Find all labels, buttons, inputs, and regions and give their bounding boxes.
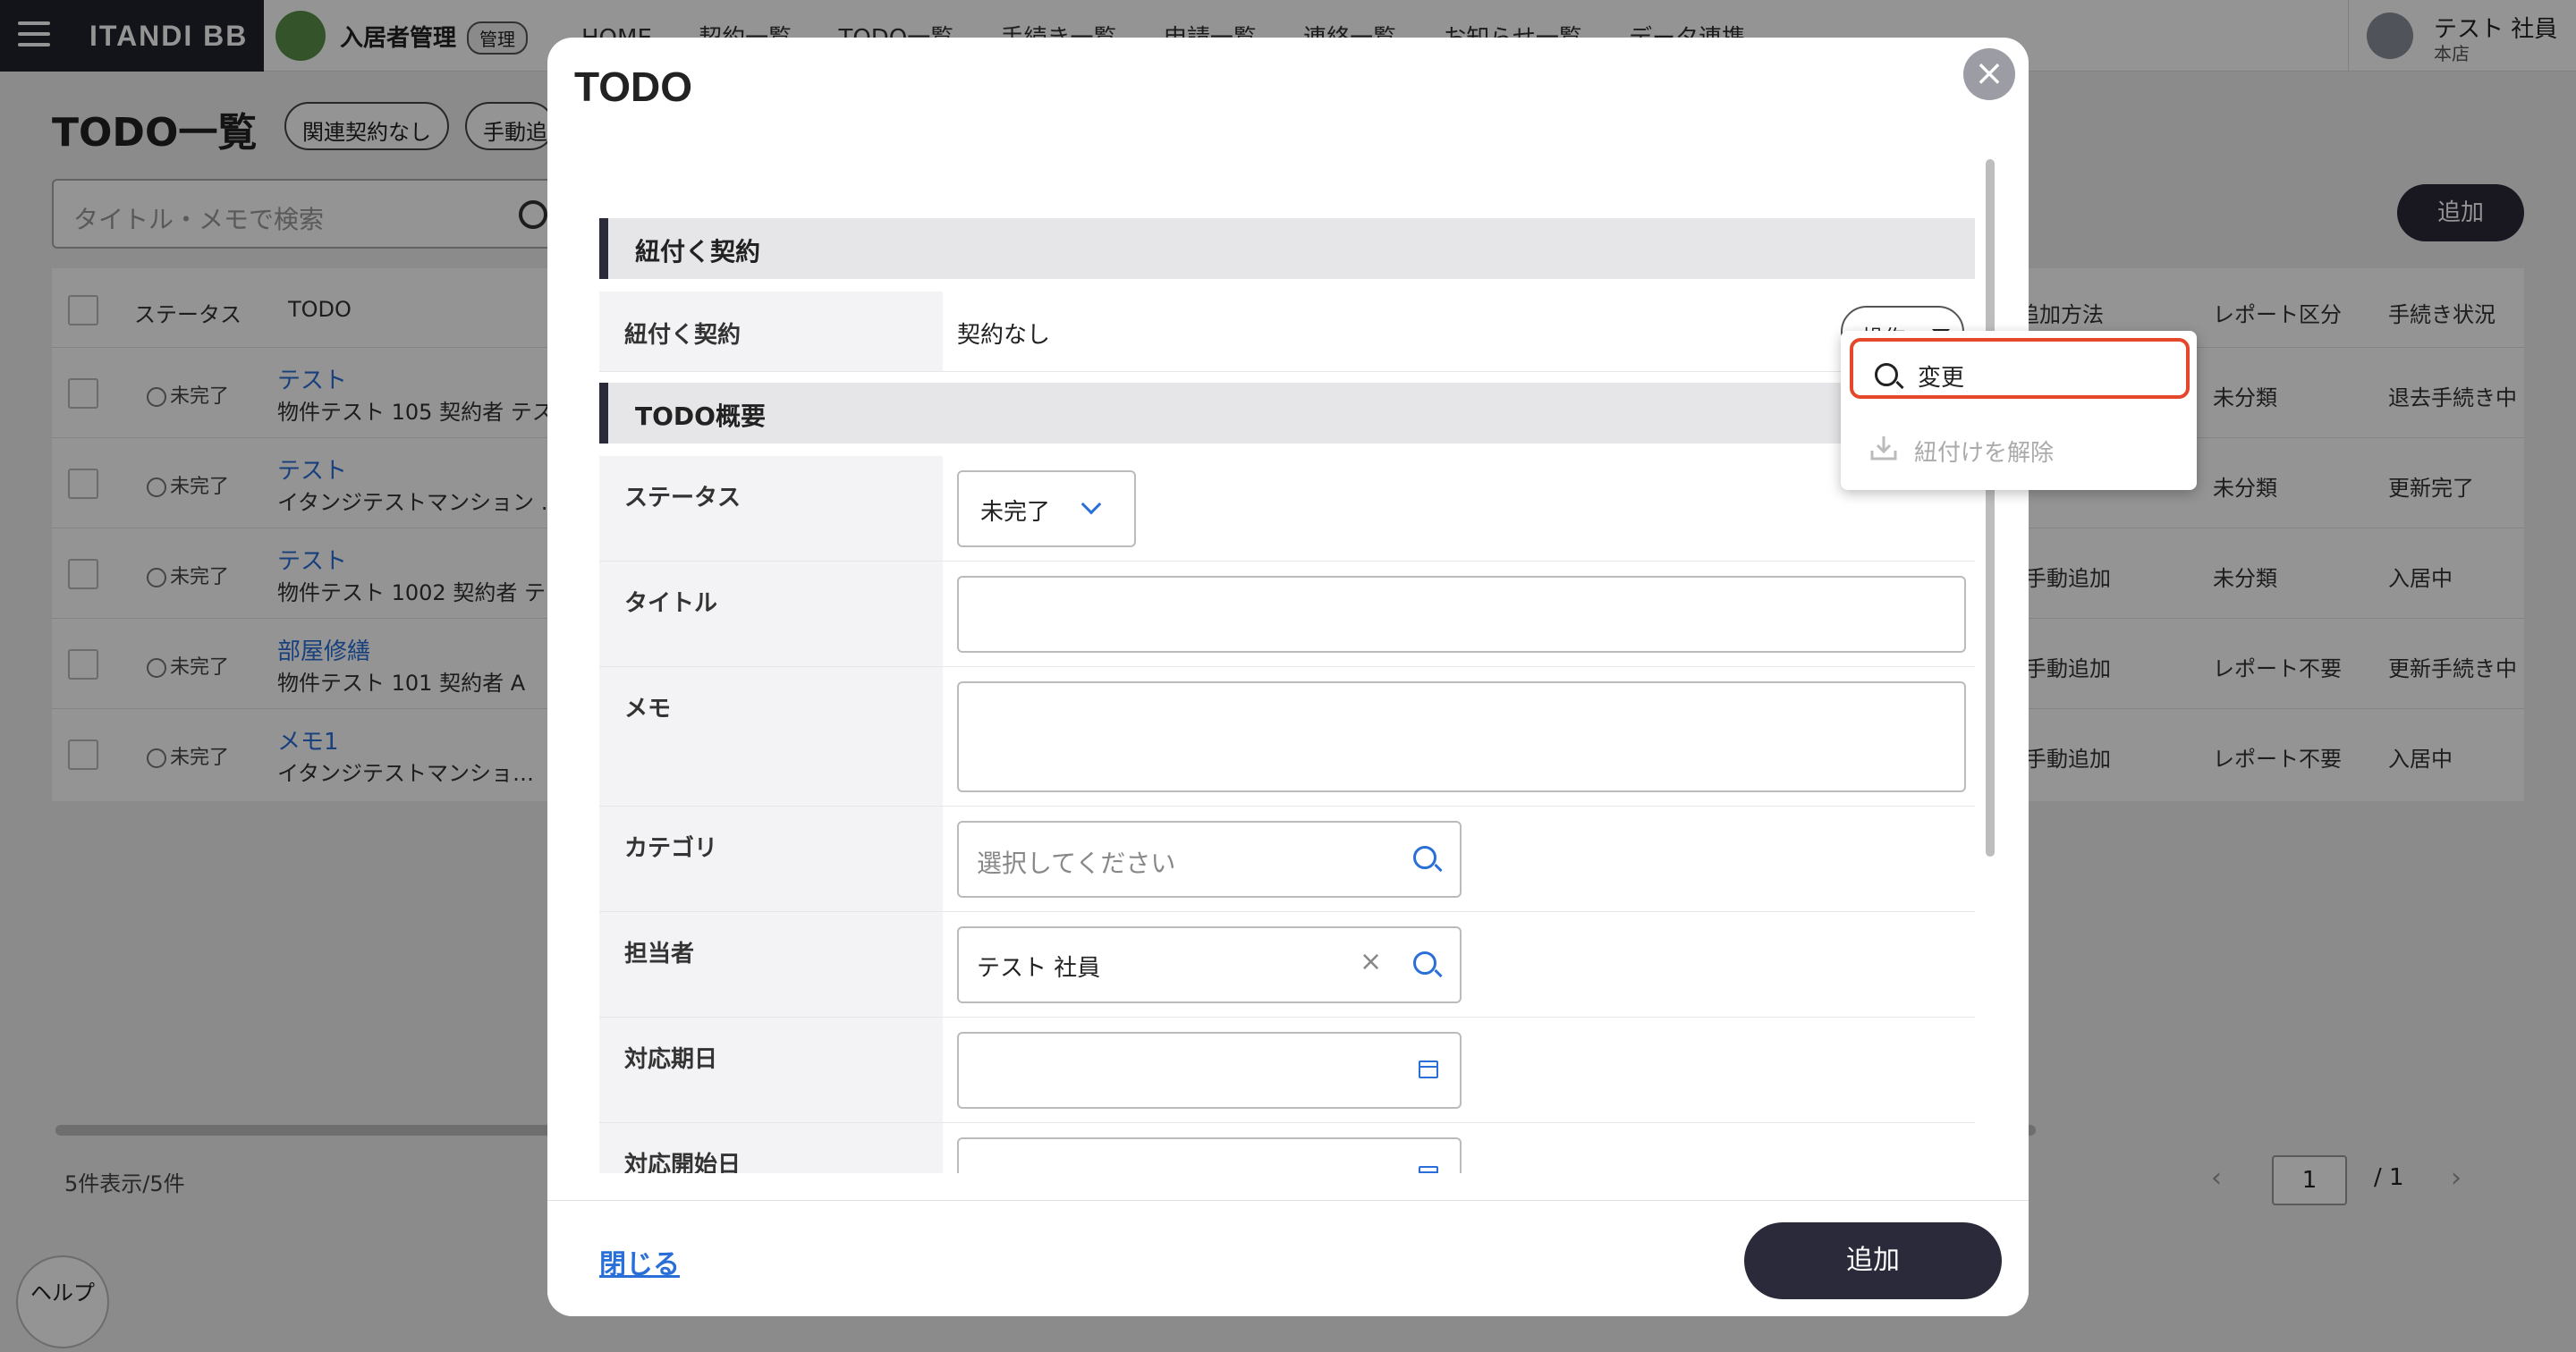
category-label: カテゴリ bbox=[599, 807, 943, 911]
category-placeholder: 選択してください bbox=[977, 849, 1176, 878]
menu-item-change[interactable]: 変更 bbox=[1850, 338, 2190, 399]
memo-label: メモ bbox=[599, 667, 943, 806]
assignee-label: 担当者 bbox=[599, 912, 943, 1017]
menu-item-unlink[interactable]: 紐付けを解除 bbox=[1850, 417, 2190, 477]
title-row: タイトル bbox=[599, 562, 1975, 667]
memo-textarea[interactable] bbox=[957, 681, 1966, 792]
clear-icon[interactable]: × bbox=[1360, 946, 1382, 977]
search-icon[interactable] bbox=[1413, 951, 1436, 975]
chevron-down-icon bbox=[1080, 494, 1102, 515]
contract-value: 契約なし bbox=[957, 322, 1051, 349]
category-row: カテゴリ 選択してください bbox=[599, 807, 1975, 912]
search-icon[interactable] bbox=[1413, 846, 1436, 869]
title-label: タイトル bbox=[599, 562, 943, 666]
contract-label: 紐付く契約 bbox=[599, 292, 943, 371]
due-date-input[interactable] bbox=[957, 1032, 1462, 1109]
close-link[interactable]: 閉じる bbox=[599, 1242, 680, 1281]
menu-item-unlink-label: 紐付けを解除 bbox=[1914, 440, 2055, 467]
due-date-label: 対応期日 bbox=[599, 1018, 943, 1122]
section-header-overview: TODO概要 bbox=[599, 383, 1975, 444]
status-row: ステータス 未完了 bbox=[599, 456, 1975, 562]
modal-footer: 閉じる 追加 bbox=[547, 1200, 2029, 1316]
modal-title: TODO bbox=[574, 63, 693, 110]
close-icon[interactable]: × bbox=[1963, 48, 2015, 100]
assignee-input[interactable]: テスト 社員 × bbox=[957, 926, 1462, 1003]
submit-add-button[interactable]: 追加 bbox=[1744, 1222, 2002, 1299]
status-select[interactable]: 未完了 bbox=[957, 470, 1136, 547]
category-input[interactable]: 選択してください bbox=[957, 821, 1462, 898]
operation-dropdown-menu: 変更 紐付けを解除 bbox=[1841, 331, 2197, 490]
status-select-value: 未完了 bbox=[980, 499, 1051, 526]
vertical-scrollbar[interactable] bbox=[1986, 159, 1995, 857]
section-header-contract: 紐付く契約 bbox=[599, 218, 1975, 279]
assignee-row: 担当者 テスト 社員 × bbox=[599, 912, 1975, 1018]
download-icon bbox=[1870, 436, 1897, 461]
memo-row: メモ bbox=[599, 667, 1975, 807]
contract-row: 紐付く契約 契約なし 操作 bbox=[599, 292, 1975, 372]
menu-item-change-label: 変更 bbox=[1918, 365, 1965, 392]
todo-modal: TODO × 紐付く契約 紐付く契約 契約なし 操作 TODO概要 ステータス … bbox=[547, 38, 2029, 1316]
start-date-label: 対応開始日 bbox=[599, 1123, 943, 1173]
calendar-icon[interactable] bbox=[1419, 1166, 1438, 1173]
app-page: ITANDI BB 入居者管理 管理 HOME 契約一覧 TODO一覧 手続き一… bbox=[0, 0, 2576, 1352]
status-label: ステータス bbox=[599, 456, 943, 561]
title-input[interactable] bbox=[957, 576, 1966, 653]
modal-body: 紐付く契約 紐付く契約 契約なし 操作 TODO概要 ステータス 未完了 タイト… bbox=[599, 181, 1986, 1173]
calendar-icon[interactable] bbox=[1419, 1060, 1438, 1078]
search-icon bbox=[1875, 363, 1898, 386]
start-date-input[interactable] bbox=[957, 1137, 1462, 1173]
start-date-row: 対応開始日 bbox=[599, 1123, 1975, 1173]
due-date-row: 対応期日 bbox=[599, 1018, 1975, 1123]
assignee-value: テスト 社員 bbox=[977, 955, 1101, 982]
